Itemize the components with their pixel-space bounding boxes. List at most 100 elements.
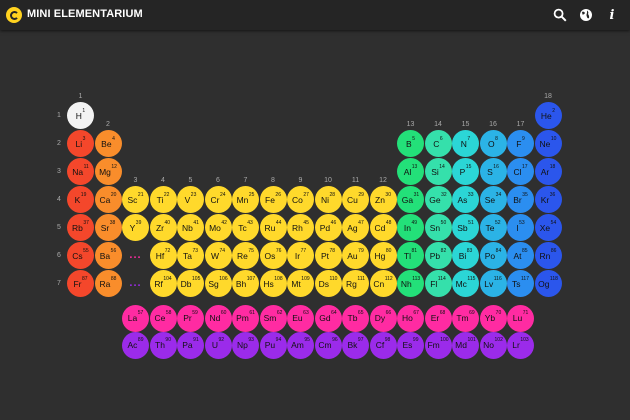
element-ce[interactable]: Ce58 — [149, 304, 177, 332]
element-cs[interactable]: Cs55 — [67, 242, 94, 269]
element-re[interactable]: Re75 — [232, 242, 259, 269]
element-pu[interactable]: Pu94 — [259, 331, 287, 359]
element-ni[interactable]: Ni28 — [314, 186, 342, 213]
element-as[interactable]: As33 — [452, 186, 479, 213]
element-rg[interactable]: Rg111 — [342, 270, 369, 297]
element-no[interactable]: No102 — [479, 331, 507, 359]
element-i[interactable]: I53 — [507, 214, 534, 241]
element-se[interactable]: Se34 — [479, 186, 507, 213]
element-cu[interactable]: Cu29 — [342, 186, 369, 213]
element-eu[interactable]: Eu63 — [287, 304, 314, 332]
element-rb[interactable]: Rb37 — [67, 214, 94, 241]
element-sg[interactable]: Sg106 — [204, 270, 232, 297]
element-p[interactable]: P15 — [452, 158, 479, 185]
element-tm[interactable]: Tm69 — [452, 304, 479, 332]
element-th[interactable]: Th90 — [149, 331, 177, 359]
element-hf[interactable]: Hf72 — [149, 242, 177, 269]
element-ti[interactable]: Ti22 — [149, 186, 177, 213]
element-ca[interactable]: Ca20 — [94, 186, 122, 213]
element-ho[interactable]: Ho67 — [397, 304, 424, 332]
element-fr[interactable]: Fr87 — [67, 270, 94, 297]
element-in[interactable]: In49 — [397, 214, 424, 241]
element-os[interactable]: Os76 — [259, 242, 287, 269]
element-cm[interactable]: Cm96 — [314, 331, 342, 359]
element-u[interactable]: U92 — [204, 331, 232, 359]
element-rf[interactable]: Rf104 — [149, 270, 177, 297]
element-hs[interactable]: Hs108 — [259, 270, 287, 297]
element-he[interactable]: He2 — [534, 102, 562, 129]
element-li[interactable]: Li3 — [67, 130, 94, 157]
element-am[interactable]: Am95 — [287, 331, 314, 359]
element-si[interactable]: Si14 — [424, 158, 452, 185]
element-w[interactable]: W74 — [204, 242, 232, 269]
element-dy[interactable]: Dy66 — [369, 304, 397, 332]
element-nb[interactable]: Nb41 — [177, 214, 204, 241]
element-s[interactable]: S16 — [479, 158, 507, 185]
element-f[interactable]: F9 — [507, 130, 534, 157]
element-fe[interactable]: Fe26 — [259, 186, 287, 213]
element-ge[interactable]: Ge32 — [424, 186, 452, 213]
element-co[interactable]: Co27 — [287, 186, 314, 213]
element-cn[interactable]: Cn112 — [369, 270, 397, 297]
element-ac[interactable]: Ac89 — [122, 331, 149, 359]
element-o[interactable]: O8 — [479, 130, 507, 157]
element-h[interactable]: H1 — [67, 102, 94, 129]
element-tc[interactable]: Tc43 — [232, 214, 259, 241]
element-fm[interactable]: Fm100 — [424, 331, 452, 359]
element-og[interactable]: Og118 — [534, 270, 562, 297]
element-bi[interactable]: Bi83 — [452, 242, 479, 269]
element-db[interactable]: Db105 — [177, 270, 204, 297]
element-ta[interactable]: Ta73 — [177, 242, 204, 269]
element-te[interactable]: Te52 — [479, 214, 507, 241]
element-ne[interactable]: Ne10 — [534, 130, 562, 157]
element-ar[interactable]: Ar18 — [534, 158, 562, 185]
element-zr[interactable]: Zr40 — [149, 214, 177, 241]
element-pa[interactable]: Pa91 — [177, 331, 204, 359]
element-bh[interactable]: Bh107 — [232, 270, 259, 297]
element-ru[interactable]: Ru44 — [259, 214, 287, 241]
element-cr[interactable]: Cr24 — [204, 186, 232, 213]
element-rn[interactable]: Rn86 — [534, 242, 562, 269]
element-tl[interactable]: Tl81 — [397, 242, 424, 269]
element-lu[interactable]: Lu71 — [507, 304, 534, 332]
element-es[interactable]: Es99 — [397, 331, 424, 359]
element-bk[interactable]: Bk97 — [342, 331, 369, 359]
element-c[interactable]: C6 — [424, 130, 452, 157]
element-er[interactable]: Er68 — [424, 304, 452, 332]
element-ts[interactable]: Ts117 — [507, 270, 534, 297]
element-mg[interactable]: Mg12 — [94, 158, 122, 185]
element-ir[interactable]: Ir77 — [287, 242, 314, 269]
element-hg[interactable]: Hg80 — [369, 242, 397, 269]
element-xe[interactable]: Xe54 — [534, 214, 562, 241]
element-tb[interactable]: Tb65 — [342, 304, 369, 332]
element-n[interactable]: N7 — [452, 130, 479, 157]
element-ds[interactable]: Ds110 — [314, 270, 342, 297]
element-y[interactable]: Y39 — [122, 214, 149, 241]
element-sb[interactable]: Sb51 — [452, 214, 479, 241]
element-la[interactable]: La57 — [122, 304, 149, 332]
element-rh[interactable]: Rh45 — [287, 214, 314, 241]
element-cf[interactable]: Cf98 — [369, 331, 397, 359]
element-v[interactable]: V23 — [177, 186, 204, 213]
element-cd[interactable]: Cd48 — [369, 214, 397, 241]
element-sr[interactable]: Sr38 — [94, 214, 122, 241]
element-yb[interactable]: Yb70 — [479, 304, 507, 332]
element-br[interactable]: Br35 — [507, 186, 534, 213]
element-zn[interactable]: Zn30 — [369, 186, 397, 213]
element-pr[interactable]: Pr59 — [177, 304, 204, 332]
element-pb[interactable]: Pb82 — [424, 242, 452, 269]
element-nd[interactable]: Nd60 — [204, 304, 232, 332]
element-kr[interactable]: Kr36 — [534, 186, 562, 213]
element-be[interactable]: Be4 — [94, 130, 122, 157]
element-ba[interactable]: Ba56 — [94, 242, 122, 269]
element-pm[interactable]: Pm61 — [232, 304, 259, 332]
element-au[interactable]: Au79 — [342, 242, 369, 269]
element-mo[interactable]: Mo42 — [204, 214, 232, 241]
element-pt[interactable]: Pt78 — [314, 242, 342, 269]
element-np[interactable]: Np93 — [232, 331, 259, 359]
element-mn[interactable]: Mn25 — [232, 186, 259, 213]
element-at[interactable]: At85 — [507, 242, 534, 269]
element-pd[interactable]: Pd46 — [314, 214, 342, 241]
element-sc[interactable]: Sc21 — [122, 186, 149, 213]
element-po[interactable]: Po84 — [479, 242, 507, 269]
